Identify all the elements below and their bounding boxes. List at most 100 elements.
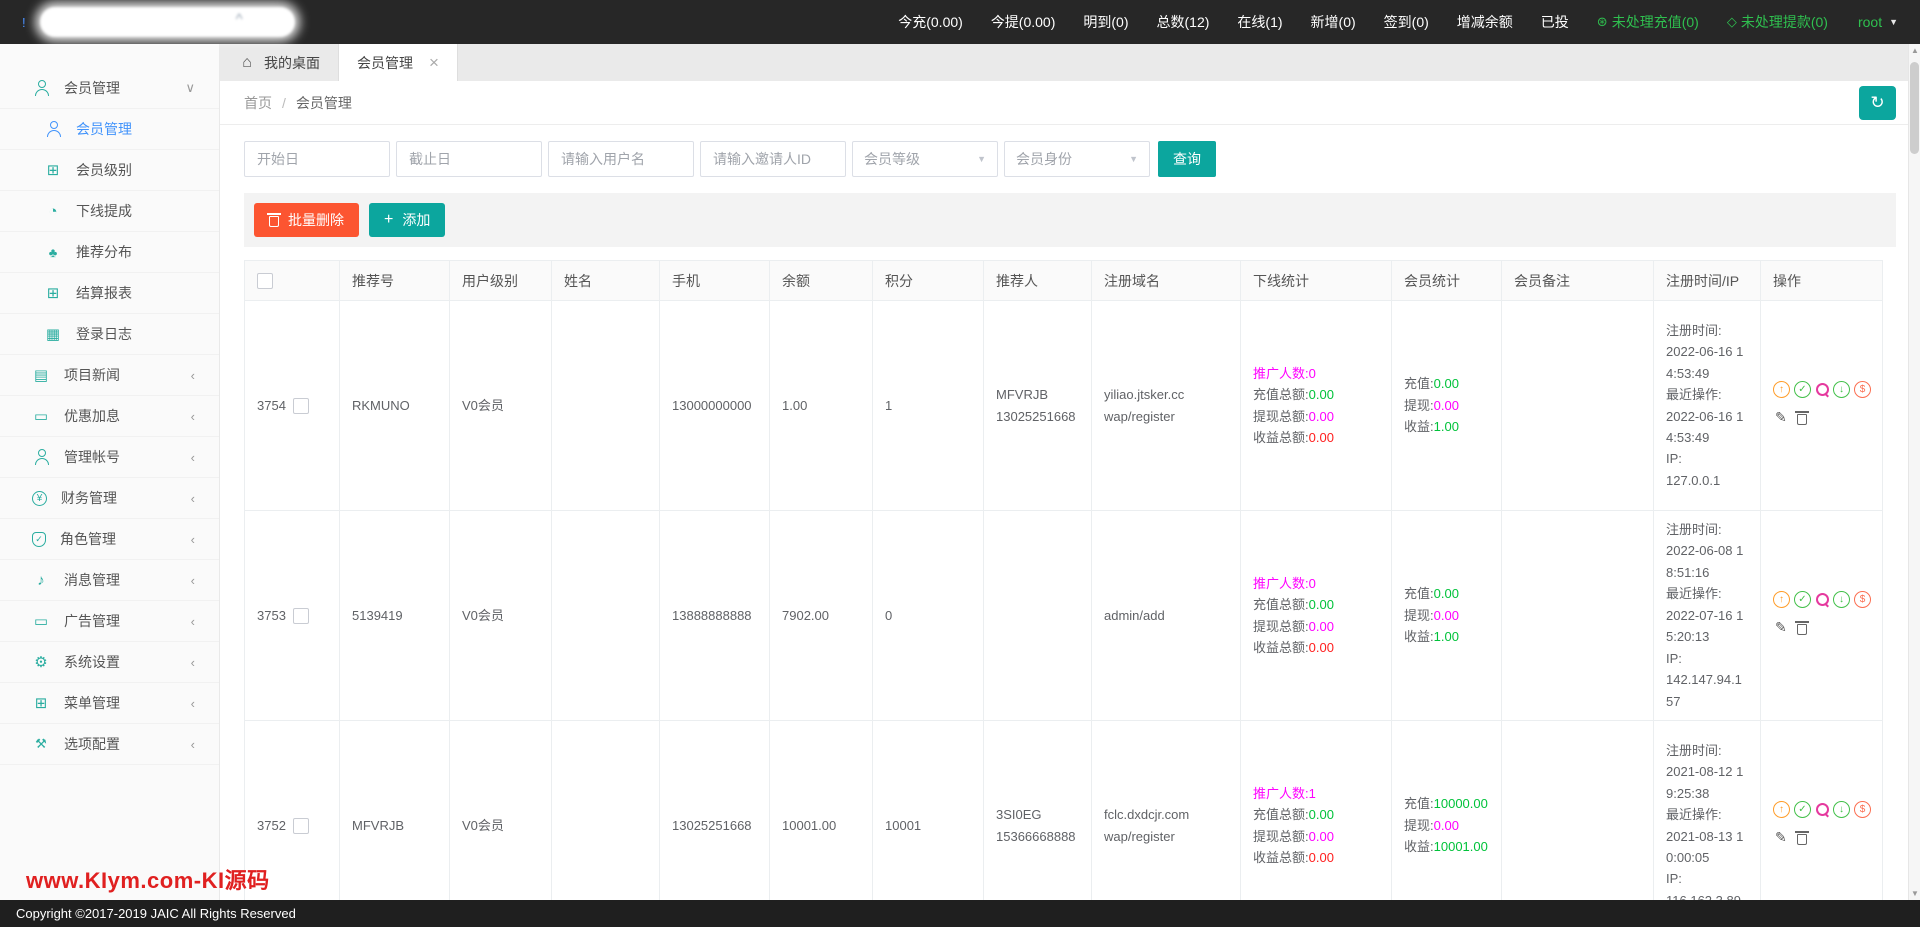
delete-icon[interactable] [1794, 621, 1809, 635]
search-icon[interactable] [1815, 592, 1829, 607]
column-header: 注册时间/IP [1653, 260, 1761, 301]
speaker-icon [32, 571, 50, 589]
tab-my-desktop[interactable]: 我的桌面 [220, 44, 339, 81]
topbar-stat[interactable]: 总数(12) [1143, 12, 1224, 32]
approve-icon[interactable]: ✓ [1794, 801, 1811, 819]
row-checkbox[interactable] [292, 398, 309, 415]
edit-icon[interactable]: ✎ [1775, 826, 1787, 849]
shield-check-icon [32, 531, 46, 547]
operations-cell: ↑ ✓ ↓ $ ✎ [1760, 300, 1883, 511]
gauge-icon [44, 202, 62, 220]
column-header: 注册域名 [1091, 260, 1241, 301]
topbar-stat[interactable]: 新增(0) [1297, 12, 1370, 32]
search-icon[interactable] [1815, 382, 1829, 397]
delete-icon[interactable] [1794, 411, 1809, 425]
topbar: ! ^ 今充(0.00) 今提(0.00) 明到(0) 总数(12) 在线(1) 新增(0… [0, 0, 1920, 44]
sidebar-item[interactable]: 结算报表 [0, 273, 219, 314]
delete-icon[interactable] [1794, 831, 1809, 845]
balance: 7902.00 [782, 607, 829, 623]
calendar-icon [44, 325, 62, 343]
topbar-stat[interactable]: ◇ 未处理提款(0) [1713, 12, 1842, 32]
topbar-stats: 今充(0.00) 今提(0.00) 明到(0) 总数(12) 在线(1) 新增(0) 签到(… [884, 12, 1842, 32]
sidebar-item[interactable]: 会员级别 [0, 150, 219, 191]
sidebar-item[interactable]: 项目新闻 ‹ [0, 355, 219, 396]
member-id: 3752 [257, 817, 286, 833]
sidebar-item[interactable]: 优惠加息 ‹ [0, 396, 219, 437]
topbar-stat[interactable]: 明到(0) [1069, 12, 1142, 32]
topbar-stat[interactable]: 今充(0.00) [884, 12, 977, 32]
sidebar-item[interactable]: 选项配置 ‹ [0, 724, 219, 765]
table-row: 3752 MFVRJB V0会员 13025251668 10001.00 10… [244, 720, 1883, 900]
refresh-icon: ↻ [1870, 92, 1885, 112]
chevron-down-icon: ▼ [977, 154, 986, 164]
approve-icon[interactable]: ✓ [1794, 591, 1811, 609]
money-icon[interactable]: $ [1854, 591, 1871, 609]
topbar-stat[interactable]: ⊛ 未处理充值(0) [1583, 12, 1713, 32]
sidebar-item-label: 项目新闻 [64, 367, 120, 383]
deduct-points-icon[interactable]: ↓ [1833, 591, 1850, 609]
referrer-cell: 3SI0EG 15366668888 [983, 720, 1092, 900]
breadcrumb-home[interactable]: 首页 [244, 93, 272, 113]
topbar-stat[interactable]: 今提(0.00) [977, 12, 1070, 32]
topbar-stat[interactable]: 已投 [1527, 12, 1583, 32]
sidebar-item[interactable]: 管理帐号 ‹ [0, 437, 219, 478]
sidebar-item[interactable]: 角色管理 ‹ [0, 519, 219, 560]
vertical-scrollbar[interactable]: ▲ ▼ [1908, 44, 1920, 900]
ref-code: RKMUNO [352, 397, 410, 413]
filter-bar: 会员等级 ▼ 会员身份 ▼ 查询 [244, 141, 1896, 177]
edit-icon[interactable]: ✎ [1775, 616, 1787, 639]
row-checkbox[interactable] [292, 608, 309, 625]
sidebar-item[interactable]: 推荐分布 [0, 232, 219, 273]
search-button[interactable]: 查询 [1158, 141, 1216, 177]
inviter-id-input[interactable] [700, 141, 846, 177]
sidebar-item[interactable]: 系统设置 ‹ [0, 642, 219, 683]
scroll-down-icon[interactable]: ▼ [1909, 889, 1920, 898]
member-stats-cell: 充值:0.00 提现:0.00 收益:1.00 [1391, 510, 1502, 721]
row-checkbox[interactable] [292, 818, 309, 835]
gear-icon [32, 653, 50, 671]
search-icon[interactable] [1815, 802, 1829, 817]
close-icon[interactable]: × [429, 54, 439, 71]
refresh-button[interactable]: ↻ [1859, 85, 1896, 120]
balance: 10001.00 [782, 817, 837, 833]
member-level-select[interactable]: 会员等级 ▼ [852, 141, 998, 177]
start-date-input[interactable] [244, 141, 390, 177]
deduct-points-icon[interactable]: ↓ [1833, 381, 1850, 399]
select-all-checkbox[interactable] [257, 273, 273, 290]
member-identity-select[interactable]: 会员身份 ▼ [1004, 141, 1150, 177]
sidebar-item[interactable]: 广告管理 ‹ [0, 601, 219, 642]
scrollbar-thumb[interactable] [1910, 62, 1919, 154]
table-row: 3753 5139419 V0会员 13888888888 7902.00 0 … [244, 510, 1883, 721]
member-id: 3754 [257, 397, 286, 413]
pending-recharge-icon: ⊛ [1596, 14, 1608, 29]
add-points-icon[interactable]: ↑ [1773, 801, 1790, 819]
username-input[interactable] [548, 141, 694, 177]
column-header: 推荐人 [983, 260, 1092, 301]
sidebar-item[interactable]: 会员管理 ∨ [0, 68, 219, 109]
batch-delete-button[interactable]: 批量删除 [254, 203, 359, 237]
topbar-stat[interactable]: 增减余额 [1443, 12, 1527, 32]
add-points-icon[interactable]: ↑ [1773, 591, 1790, 609]
money-icon[interactable]: $ [1854, 381, 1871, 399]
money-icon[interactable]: $ [1854, 801, 1871, 819]
topbar-stat[interactable]: 在线(1) [1223, 12, 1296, 32]
sidebar-item-label: 会员管理 [76, 121, 132, 137]
end-date-input[interactable] [396, 141, 542, 177]
sidebar-item[interactable]: 菜单管理 ‹ [0, 683, 219, 724]
members-table: 推荐号 用户级别 姓名 手机 余额 积分 推荐人 注册域名 下线统计 会员统计 会员备注 注册时间/I… [244, 260, 1883, 900]
deduct-points-icon[interactable]: ↓ [1833, 801, 1850, 819]
tab-member-management[interactable]: 会员管理 × [339, 44, 458, 81]
add-button[interactable]: + 添加 [369, 203, 446, 237]
sidebar-item[interactable]: 会员管理 [0, 109, 219, 150]
scroll-up-icon[interactable]: ▲ [1909, 46, 1920, 55]
user-menu[interactable]: root ▼ [1858, 14, 1898, 30]
sidebar-item-label: 选项配置 [64, 736, 120, 752]
sidebar-item[interactable]: 财务管理 ‹ [0, 478, 219, 519]
topbar-stat[interactable]: 签到(0) [1370, 12, 1443, 32]
approve-icon[interactable]: ✓ [1794, 381, 1811, 399]
sidebar-item[interactable]: 登录日志 [0, 314, 219, 355]
sidebar-item[interactable]: 下线提成 [0, 191, 219, 232]
sidebar-item[interactable]: 消息管理 ‹ [0, 560, 219, 601]
add-points-icon[interactable]: ↑ [1773, 381, 1790, 399]
edit-icon[interactable]: ✎ [1775, 406, 1787, 429]
